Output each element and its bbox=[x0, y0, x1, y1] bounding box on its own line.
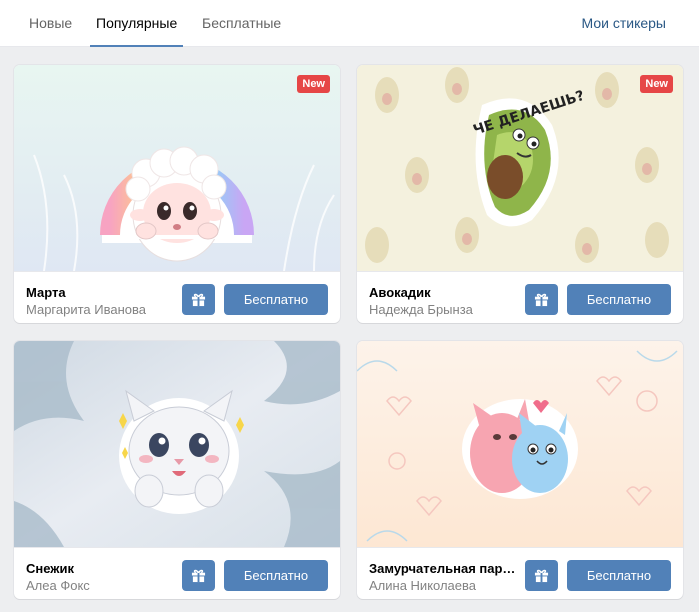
gift-button[interactable] bbox=[525, 284, 558, 315]
cat-couple-sticker-icon bbox=[462, 399, 578, 499]
tab-bar: Новые Популярные Бесплатные Мои стикеры bbox=[0, 0, 699, 47]
card-info: Марта Маргарита Иванова Бесплатно bbox=[14, 271, 340, 323]
sticker-preview[interactable] bbox=[357, 341, 683, 547]
my-stickers-link[interactable]: Мои стикеры bbox=[582, 0, 666, 46]
sticker-pack-card[interactable]: Замурчательная парочка Алина Николаева Б… bbox=[357, 341, 683, 599]
sticker-preview[interactable] bbox=[14, 341, 340, 547]
gift-button[interactable] bbox=[182, 284, 215, 315]
pack-author: Маргарита Иванова bbox=[26, 302, 146, 317]
gift-icon bbox=[191, 293, 206, 307]
free-button[interactable]: Бесплатно bbox=[224, 284, 328, 315]
card-info: Авокадик Надежда Брынза Бесплатно bbox=[357, 271, 683, 323]
gift-icon bbox=[534, 293, 549, 307]
pack-author: Алеа Фокс bbox=[26, 578, 90, 593]
tab-new[interactable]: Новые bbox=[29, 0, 72, 46]
sticker-preview[interactable]: ЧЕ ДЕЛАЕШЬ? New bbox=[357, 65, 683, 271]
new-badge: New bbox=[297, 75, 330, 93]
gift-icon bbox=[191, 569, 206, 583]
pack-title: Снежик bbox=[26, 561, 75, 576]
card-info: Снежик Алеа Фокс Бесплатно bbox=[14, 547, 340, 599]
sticker-pack-card[interactable]: Снежик Алеа Фокс Бесплатно bbox=[14, 341, 340, 599]
tab-popular[interactable]: Популярные bbox=[89, 0, 184, 47]
sticker-pack-card[interactable]: New Марта Маргарита Иванова Бесплатно bbox=[14, 65, 340, 323]
new-badge: New bbox=[640, 75, 673, 93]
sheep-sticker-icon bbox=[14, 65, 340, 271]
card-info: Замурчательная парочка Алина Николаева Б… bbox=[357, 547, 683, 599]
free-button[interactable]: Бесплатно bbox=[567, 560, 671, 591]
sticker-pack-card[interactable]: ЧЕ ДЕЛАЕШЬ? New Авокадик Надежда Брынза … bbox=[357, 65, 683, 323]
sticker-preview[interactable]: New bbox=[14, 65, 340, 271]
free-button[interactable]: Бесплатно bbox=[224, 560, 328, 591]
gift-button[interactable] bbox=[525, 560, 558, 591]
pack-title: Замурчательная парочка bbox=[369, 561, 521, 576]
pack-title: Авокадик bbox=[369, 285, 431, 300]
pack-author: Алина Николаева bbox=[369, 578, 477, 593]
tab-free[interactable]: Бесплатные bbox=[202, 0, 281, 46]
pack-author: Надежда Брынза bbox=[369, 302, 473, 317]
gift-icon bbox=[534, 569, 549, 583]
free-button[interactable]: Бесплатно bbox=[567, 284, 671, 315]
pack-title: Марта bbox=[26, 285, 66, 300]
gift-button[interactable] bbox=[182, 560, 215, 591]
